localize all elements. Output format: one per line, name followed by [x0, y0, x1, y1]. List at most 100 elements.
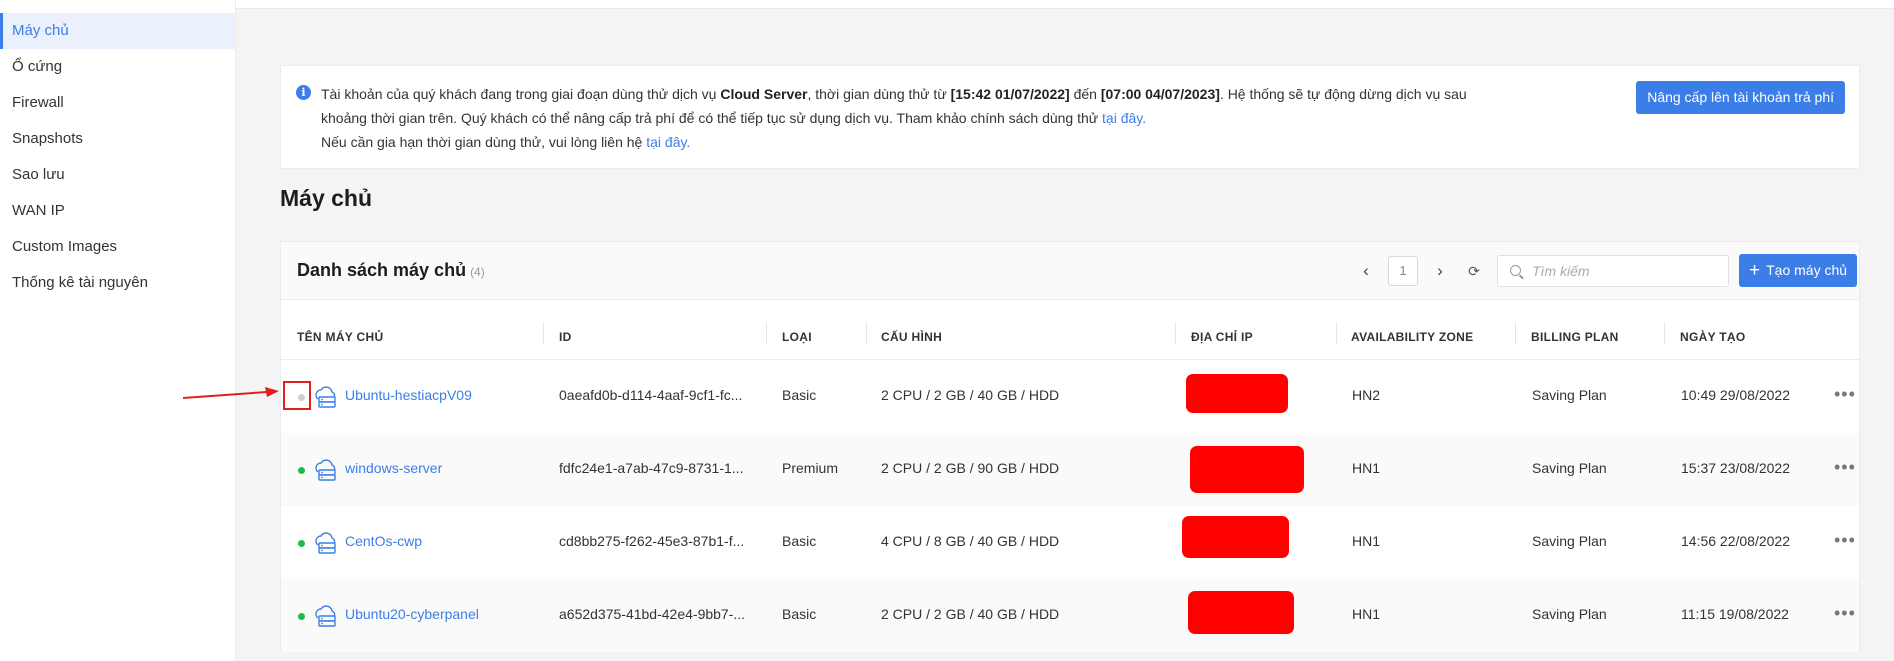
status-dot [298, 467, 305, 474]
info-icon: i [296, 85, 311, 100]
sidebar-item-firewall[interactable]: Firewall [0, 85, 235, 121]
status-dot [298, 613, 305, 620]
availability-zone: HN1 [1352, 460, 1381, 476]
redacted-ip [1188, 591, 1294, 634]
server-config: 2 CPU / 2 GB / 40 GB / HDD [881, 606, 1060, 622]
search-icon [1510, 265, 1521, 276]
server-config: 2 CPU / 2 GB / 90 GB / HDD [881, 460, 1060, 476]
sidebar-item-sao-luu[interactable]: Sao lưu [0, 157, 235, 193]
cloud-server-icon [315, 605, 336, 627]
billing-plan: Saving Plan [1532, 606, 1607, 622]
availability-zone: HN1 [1352, 533, 1381, 549]
notice-text: Nếu cần gia hạn thời gian dùng thử, vui … [321, 134, 647, 150]
pagination: ‹ 1 › ⟳ [1356, 255, 1484, 287]
cloud-server-icon [315, 532, 336, 554]
server-id: 0aeafd0b-d114-4aaf-9cf1-fc... [559, 387, 743, 403]
server-type: Basic [782, 606, 817, 622]
chevron-left-icon[interactable]: ‹ [1356, 261, 1376, 281]
server-type: Basic [782, 533, 817, 549]
table-row[interactable]: Ubuntu-hestiacpV09 0aeafd0b-d114-4aaf-9c… [281, 360, 1859, 433]
server-name-link[interactable]: Ubuntu20-cyberpanel [345, 606, 479, 622]
more-icon[interactable]: ••• [1834, 530, 1856, 551]
redacted-ip [1182, 516, 1289, 558]
chevron-right-icon[interactable]: › [1430, 261, 1450, 281]
sidebar-item-o-cung[interactable]: Ổ cứng [0, 49, 235, 85]
page-title: Máy chủ [280, 185, 373, 211]
annotation-arrow-icon [183, 387, 279, 399]
server-id: a652d375-41bd-42e4-9bb7-... [559, 606, 746, 622]
created-date: 14:56 22/08/2022 [1681, 533, 1790, 549]
table-row[interactable]: CentOs-cwp cd8bb275-f262-45e3-87b1-f... … [281, 506, 1859, 579]
current-page[interactable]: 1 [1388, 256, 1418, 286]
search-input[interactable] [1532, 256, 1722, 286]
sidebar-item-custom-images[interactable]: Custom Images [0, 229, 235, 265]
panel-header: Danh sách máy chủ(4) ‹ 1 › ⟳ + Tạo máy ch… [281, 242, 1859, 300]
trial-notice-text: Tài khoản của quý khách đang trong giai … [321, 82, 1491, 154]
server-id: cd8bb275-f262-45e3-87b1-f... [559, 533, 745, 549]
more-icon[interactable]: ••• [1834, 457, 1856, 478]
cloud-server-icon [315, 459, 336, 481]
column-header-id[interactable]: ID [559, 330, 572, 344]
redacted-ip [1190, 446, 1304, 493]
column-divider [1175, 322, 1176, 344]
sidebar-item-wan-ip[interactable]: WAN IP [0, 193, 235, 229]
sidebar-item-may-chu[interactable]: Máy chủ [0, 13, 235, 49]
server-id: fdfc24e1-a7ab-47c9-8731-1... [559, 460, 744, 476]
more-icon[interactable]: ••• [1834, 603, 1856, 624]
column-header-zone[interactable]: AVAILABILITY ZONE [1351, 330, 1473, 344]
policy-link[interactable]: tại đây. [1102, 110, 1146, 126]
panel-title-text: Danh sách máy chủ [297, 260, 467, 280]
sidebar: Máy chủ Ổ cứng Firewall Snapshots Sao lư… [0, 0, 236, 661]
availability-zone: HN2 [1352, 387, 1381, 403]
column-header-name[interactable]: TÊN MÁY CHỦ [297, 330, 383, 344]
server-name-link[interactable]: Ubuntu-hestiacpV09 [345, 387, 472, 403]
sidebar-item-thong-ke[interactable]: Thống kê tài nguyên [0, 265, 235, 301]
column-divider [1336, 322, 1337, 344]
refresh-icon[interactable]: ⟳ [1464, 263, 1484, 280]
create-server-button[interactable]: + Tạo máy chủ [1739, 254, 1858, 287]
column-divider [543, 322, 544, 344]
notice-text: đến [1069, 86, 1101, 102]
trial-notice: i Tài khoản của quý khách đang trong gia… [280, 65, 1860, 169]
plus-icon: + [1749, 260, 1761, 281]
created-date: 11:15 19/08/2022 [1681, 606, 1789, 622]
notice-service: Cloud Server [720, 86, 808, 102]
column-divider [866, 322, 867, 344]
server-name-link[interactable]: CentOs-cwp [345, 533, 422, 549]
notice-start-date: [15:42 01/07/2022] [950, 86, 1070, 102]
table-header: TÊN MÁY CHỦ ID LOẠI CẤU HÌNH ĐỊA CHỈ IP … [281, 300, 1859, 360]
redacted-ip [1186, 374, 1288, 413]
sidebar-item-snapshots[interactable]: Snapshots [0, 121, 235, 157]
column-divider [1515, 322, 1516, 344]
search-box [1497, 255, 1729, 287]
server-config: 4 CPU / 8 GB / 40 GB / HDD [881, 533, 1060, 549]
availability-zone: HN1 [1352, 606, 1381, 622]
column-header-type[interactable]: LOẠI [782, 330, 812, 344]
column-header-created[interactable]: NGÀY TẠO [1680, 330, 1746, 344]
create-server-label: Tạo máy chủ [1766, 262, 1848, 278]
panel-title: Danh sách máy chủ (4) [297, 260, 485, 281]
table-row[interactable]: Ubuntu20-cyberpanel a652d375-41bd-42e4-9… [281, 579, 1859, 652]
server-count: (4) [470, 265, 485, 279]
created-date: 10:49 29/08/2022 [1681, 387, 1790, 403]
more-icon[interactable]: ••• [1834, 384, 1856, 405]
billing-plan: Saving Plan [1532, 387, 1607, 403]
billing-plan: Saving Plan [1532, 460, 1607, 476]
annotation-highlight-box [283, 381, 311, 410]
column-header-ip[interactable]: ĐỊA CHỈ IP [1191, 330, 1253, 344]
top-bar [236, 0, 1894, 9]
notice-end-date: [07:00 04/07/2023] [1100, 86, 1220, 102]
contact-link[interactable]: tại đây. [646, 134, 690, 150]
notice-text: , thời gian dùng thử từ [807, 86, 951, 102]
created-date: 15:37 23/08/2022 [1681, 460, 1790, 476]
column-divider [766, 322, 767, 344]
billing-plan: Saving Plan [1532, 533, 1607, 549]
table-row[interactable]: windows-server fdfc24e1-a7ab-47c9-8731-1… [281, 433, 1859, 506]
server-list-panel: Danh sách máy chủ(4) ‹ 1 › ⟳ + Tạo máy ch… [280, 241, 1860, 652]
server-name-link[interactable]: windows-server [345, 460, 442, 476]
column-header-config[interactable]: CẤU HÌNH [881, 330, 942, 344]
column-header-billing[interactable]: BILLING PLAN [1531, 330, 1619, 344]
upgrade-button[interactable]: Nâng cấp lên tài khoản trả phí [1636, 81, 1845, 114]
status-dot [298, 540, 305, 547]
cloud-server-icon [315, 386, 336, 408]
